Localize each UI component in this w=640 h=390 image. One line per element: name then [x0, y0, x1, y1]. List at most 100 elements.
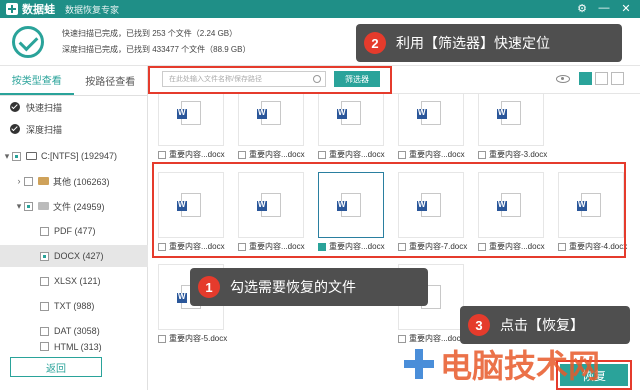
tree-item-txt[interactable]: TXT (988) [0, 295, 148, 317]
checkbox[interactable] [398, 150, 406, 159]
list-view-icon[interactable] [595, 72, 608, 85]
drive-icon [26, 152, 37, 160]
file-name: 重要内容...docx [489, 242, 545, 251]
word-doc-icon [417, 193, 441, 217]
file-thumbnail [478, 172, 544, 238]
checkbox[interactable] [398, 242, 406, 251]
tree-item-pdf[interactable]: PDF (477) [0, 220, 148, 242]
word-doc-icon [177, 101, 201, 125]
checkbox[interactable] [158, 150, 166, 159]
file-tile[interactable]: 重要内容...docx [238, 94, 306, 160]
file-tile[interactable]: 重要内容...docx [238, 172, 306, 252]
file-name: 重要内容-7.docx [409, 242, 468, 251]
tab-by-type[interactable]: 按类型查看 [0, 66, 74, 95]
tab-by-path[interactable]: 按路径查看 [74, 66, 148, 95]
word-doc-icon [337, 193, 361, 217]
tree-item-label: 文件 (24959) [53, 201, 105, 212]
grid-view-icon[interactable] [579, 72, 592, 85]
tree-item-files[interactable]: ▾ 文件 (24959) [0, 195, 148, 217]
app-subtitle: 数据恢复专家 [65, 4, 120, 15]
tree-item-label: DOCX (427) [54, 251, 104, 261]
close-button[interactable]: ✕ [620, 2, 632, 15]
word-doc-icon [257, 101, 281, 125]
file-thumbnail [158, 172, 224, 238]
back-button[interactable]: 返回 [10, 357, 102, 377]
tree-item-drive[interactable]: ▾ C:[NTFS] (192947) [0, 145, 148, 167]
tree-item-docx[interactable]: DOCX (427) [0, 245, 148, 267]
file-name: 重要内容...docx [169, 242, 225, 251]
file-tile[interactable]: 重要内容-7.docx [398, 172, 468, 252]
tree-item-xlsx[interactable]: XLSX (121) [0, 270, 148, 292]
search-input[interactable]: 在此处输入文件名称/保存路径 [162, 71, 326, 87]
callout-text: 点击【恢复】 [500, 317, 584, 333]
file-tile[interactable]: 重要内容-4.docx [558, 172, 628, 252]
word-doc-icon [497, 101, 521, 125]
checkbox[interactable] [478, 150, 486, 159]
callout-number: 2 [364, 32, 386, 54]
preview-eye-icon[interactable] [556, 74, 570, 83]
chevron-right-icon[interactable]: › [14, 176, 24, 186]
tree-item-label: XLSX (121) [54, 276, 101, 286]
search-icon[interactable] [313, 75, 321, 83]
word-doc-icon [337, 101, 361, 125]
file-tile[interactable]: 重要内容...docx [398, 94, 466, 160]
file-name: 重要内容-4.docx [569, 242, 628, 251]
checkbox[interactable] [40, 226, 49, 236]
file-tile[interactable]: 重要内容...docx [318, 94, 386, 160]
callout-filter: 2 利用【筛选器】快速定位 [356, 24, 622, 62]
checkbox[interactable] [158, 242, 166, 251]
file-tile[interactable]: 重要内容...docx [158, 172, 226, 252]
checkbox[interactable] [40, 276, 49, 286]
checkbox[interactable] [238, 242, 246, 251]
file-folder-icon [38, 202, 49, 210]
scan-item-label: 深度扫描 [26, 124, 63, 135]
callout-number: 1 [198, 276, 220, 298]
scan-item-deep[interactable]: 深度扫描 [0, 118, 148, 140]
search-placeholder: 在此处输入文件名称/保存路径 [169, 76, 262, 83]
watermark: 电脑技术网 [402, 338, 640, 390]
check-circle-icon [12, 26, 44, 58]
file-tile-selected[interactable]: 重要内容...docx [318, 172, 386, 252]
chevron-down-icon[interactable]: ▾ [2, 151, 12, 162]
tree-item-html[interactable]: HTML (313) [0, 342, 148, 352]
checkbox[interactable] [558, 242, 566, 251]
file-tile[interactable]: 重要内容-3.docx [478, 94, 547, 160]
scan-item-quick[interactable]: 快速扫描 [0, 96, 148, 118]
word-doc-icon [417, 101, 441, 125]
chevron-down-icon[interactable]: ▾ [14, 201, 24, 212]
checkbox[interactable] [40, 326, 49, 336]
tree-item-dat[interactable]: DAT (3058) [0, 320, 148, 342]
file-thumbnail [398, 94, 464, 146]
app-logo: 数据蛙 [0, 1, 55, 17]
sidebar: 按类型查看 按路径查看 快速扫描 深度扫描 ▾ C:[NTFS] (192947… [0, 66, 148, 390]
file-tile[interactable]: 重要内容...docx [478, 172, 546, 252]
checkbox[interactable] [24, 201, 33, 211]
file-thumbnail [318, 172, 384, 238]
file-name: 重要内容-5.docx [169, 334, 228, 343]
checkbox[interactable] [158, 334, 166, 343]
quick-scan-status: 快速扫描已完成，已找到 253 个文件（2.24 GB） [62, 29, 238, 38]
checkbox[interactable] [40, 342, 49, 351]
file-tile[interactable]: 重要内容...docx [158, 94, 226, 160]
filter-button[interactable]: 筛选器 [334, 71, 380, 87]
file-thumbnail [238, 94, 304, 146]
minimize-button[interactable]: — [598, 2, 610, 15]
tree-item-label: 其他 (106263) [53, 176, 110, 187]
settings-icon[interactable]: ⚙ [576, 2, 588, 15]
file-name: 重要内容...docx [409, 150, 465, 159]
checkbox[interactable] [238, 150, 246, 159]
checkbox[interactable] [24, 176, 33, 186]
checkbox[interactable] [12, 151, 21, 161]
checkbox[interactable] [318, 150, 326, 159]
word-doc-icon [577, 193, 601, 217]
checkbox[interactable] [40, 301, 49, 311]
file-thumbnail [478, 94, 544, 146]
tree-item-other[interactable]: › 其他 (106263) [0, 170, 148, 192]
checkbox[interactable] [40, 251, 49, 261]
detail-view-icon[interactable] [611, 72, 624, 85]
checkbox[interactable] [478, 242, 486, 251]
checkbox-checked[interactable] [318, 242, 326, 251]
callout-select-files: 1 勾选需要恢复的文件 [190, 268, 428, 306]
deep-scan-status: 深度扫描已完成，已找到 433477 个文件（88.9 GB） [62, 45, 251, 54]
file-name: 重要内容...docx [169, 150, 225, 159]
